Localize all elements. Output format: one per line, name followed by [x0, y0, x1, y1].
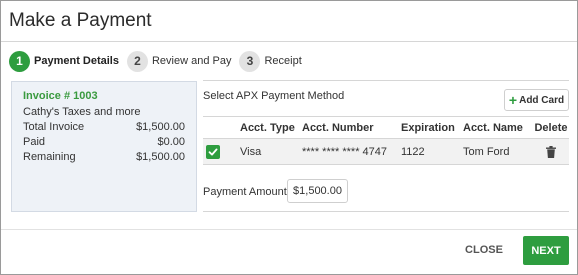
payment-method-heading: Select APX Payment Method	[203, 90, 345, 102]
section-divider	[203, 80, 569, 81]
delete-card-button[interactable]	[533, 145, 569, 158]
step-review-and-pay[interactable]: 2 Review and Pay	[126, 50, 232, 72]
trash-icon	[546, 145, 556, 158]
header-acct-number: Acct. Number	[302, 121, 374, 134]
step-label: Review and Pay	[151, 55, 232, 67]
step-number: 2	[126, 50, 148, 72]
summary-value: $1,500.00	[136, 151, 185, 163]
payment-dialog: Make a Payment 1 Payment Details 2 Revie…	[0, 0, 578, 275]
section-bottom-divider	[203, 211, 569, 212]
add-card-label: Add Card	[519, 94, 565, 106]
dialog-title: Make a Payment	[9, 10, 152, 31]
cell-acct-type: Visa	[240, 145, 262, 158]
title-divider	[1, 41, 577, 42]
footer-divider	[1, 229, 577, 230]
summary-label: Paid	[23, 136, 46, 148]
payment-amount-label: Payment Amount	[203, 186, 287, 198]
select-cell	[203, 144, 240, 159]
invoice-summary: Invoice # 1003 Cathy's Taxes and more To…	[11, 81, 197, 212]
checkmark-icon	[208, 148, 218, 155]
summary-value: $1,500.00	[136, 121, 185, 133]
table-row[interactable]: Visa **** **** **** 4747 1122 Tom Ford	[203, 139, 569, 165]
step-payment-details[interactable]: 1 Payment Details	[9, 50, 119, 72]
next-button[interactable]: NEXT	[523, 236, 569, 265]
summary-row-paid: Paid $0.00	[23, 136, 185, 148]
header-delete: Delete	[534, 121, 568, 134]
close-button[interactable]: CLOSE	[461, 237, 507, 263]
summary-value: $0.00	[157, 136, 185, 148]
cell-acct-number: **** **** **** 4747	[302, 145, 388, 158]
add-card-button[interactable]: + Add Card	[504, 89, 569, 111]
summary-row-total: Total Invoice $1,500.00	[23, 121, 185, 133]
stepper: 1 Payment Details 2 Review and Pay 3 Rec…	[9, 50, 310, 72]
header-acct-type: Acct. Type	[240, 121, 295, 134]
cell-expiration: 1122	[401, 145, 425, 158]
card-select-checkbox[interactable]	[206, 144, 220, 159]
step-number: 3	[239, 50, 261, 72]
step-label: Payment Details	[34, 55, 119, 67]
summary-label: Total Invoice	[23, 121, 85, 133]
payment-methods-table: Acct. Type Acct. Number Expiration Acct.…	[203, 117, 569, 165]
invoice-customer: Cathy's Taxes and more	[23, 106, 141, 118]
step-receipt[interactable]: 3 Receipt	[239, 50, 302, 72]
cell-acct-name: Tom Ford	[463, 145, 510, 158]
header-acct-name: Acct. Name	[463, 121, 523, 134]
summary-label: Remaining	[23, 151, 76, 163]
table-header: Acct. Type Acct. Number Expiration Acct.…	[203, 117, 569, 139]
header-expiration: Expiration	[401, 121, 455, 134]
step-number: 1	[9, 50, 30, 72]
plus-icon: +	[508, 92, 518, 108]
payment-amount-input[interactable]	[287, 179, 348, 203]
invoice-number: Invoice # 1003	[23, 90, 98, 102]
summary-row-remaining: Remaining $1,500.00	[23, 151, 185, 163]
step-label: Receipt	[264, 55, 302, 67]
